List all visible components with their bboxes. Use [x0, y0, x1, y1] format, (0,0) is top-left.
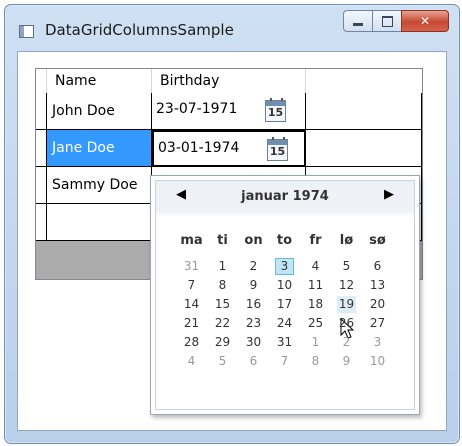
calendar-day[interactable]: 10 [362, 352, 393, 371]
close-button[interactable]: ✕ [401, 10, 449, 32]
table-row[interactable]: John Doe 23-07-1971 15 [36, 93, 422, 130]
calendar-day[interactable]: 31 [176, 257, 207, 276]
calendar-day[interactable]: 18 [300, 295, 331, 314]
calendar-day[interactable]: 16 [238, 295, 269, 314]
calendar-day[interactable]: 12 [331, 276, 362, 295]
calendar-day[interactable]: 23 [238, 314, 269, 333]
calendar-day[interactable]: 14 [176, 295, 207, 314]
calendar-day[interactable]: 9 [238, 276, 269, 295]
minimize-button[interactable] [343, 10, 372, 32]
calendar-day[interactable]: 28 [176, 333, 207, 352]
calendar-icon[interactable]: 15 [265, 98, 286, 122]
calendar-day[interactable]: 5 [331, 257, 362, 276]
month-header-button[interactable]: januar 1974 [156, 189, 414, 204]
calendar-day[interactable]: 1 [300, 333, 331, 352]
day-grid: 31 1 2 3 4 5 6 7 8 9 10 11 12 13 14 15 16 17 18 19 20 21 22 23 2… [176, 257, 393, 371]
calendar-day[interactable]: 8 [300, 352, 331, 371]
filler-cell [306, 130, 422, 167]
name-cell[interactable]: Jane Doe [47, 130, 152, 167]
weekday-label: sø [369, 233, 386, 248]
calendar-day[interactable]: 13 [362, 276, 393, 295]
calendar-day[interactable]: 22 [207, 314, 238, 333]
name-cell[interactable]: Sammy Doe [47, 167, 152, 204]
weekday-label: lø [339, 233, 354, 248]
weekday-label: to [276, 233, 293, 248]
calendar-day[interactable]: 20 [362, 295, 393, 314]
maximize-icon [381, 15, 393, 27]
calendar-day[interactable]: 17 [269, 295, 300, 314]
filler-cell [306, 93, 422, 130]
weekday-label: fr [309, 233, 322, 248]
weekday-label: ma [180, 233, 203, 248]
calendar-day[interactable]: 6 [238, 352, 269, 371]
weekday-header: ma ti on to fr lø sø [176, 233, 393, 248]
calendar-day[interactable]: 10 [269, 276, 300, 295]
date-input[interactable]: 03-01-1974 [158, 140, 239, 156]
calendar-day[interactable]: 31 [269, 333, 300, 352]
weekday-label: on [244, 233, 263, 248]
calendar-day[interactable]: 5 [207, 352, 238, 371]
calendar-day[interactable]: 4 [176, 352, 207, 371]
calendar-day[interactable]: 3 [362, 333, 393, 352]
next-month-button[interactable]: ▶ [384, 187, 394, 202]
table-row[interactable]: Jane Doe 03-01-1974 15 [36, 130, 422, 167]
column-header-name[interactable]: Name [47, 69, 152, 93]
calendar-day[interactable]: 6 [362, 257, 393, 276]
calendar-day[interactable]: 4 [300, 257, 331, 276]
birthday-cell[interactable]: 03-01-1974 15 [152, 130, 306, 167]
header-corner [36, 69, 47, 93]
calendar-day[interactable]: 29 [207, 333, 238, 352]
date-text[interactable]: 23-07-1971 [156, 101, 237, 117]
window-controls: ✕ [343, 10, 449, 32]
calendar-day[interactable]: 25 [300, 314, 331, 333]
app-icon [19, 25, 34, 38]
calendar-popup: ◀ januar 1974 ▶ ma ti on to fr lø sø 31 1 2 3 4 5 6 7… [150, 175, 420, 415]
close-icon: ✕ [419, 14, 431, 28]
calendar: ◀ januar 1974 ▶ ma ti on to fr lø sø 31 1 2 3 4 5 6 7… [155, 180, 415, 410]
calendar-day[interactable]: 2 [238, 257, 269, 276]
weekday-label: ti [217, 233, 228, 248]
calendar-day[interactable]: 27 [362, 314, 393, 333]
calendar-day[interactable]: 7 [269, 352, 300, 371]
calendar-day[interactable]: 3 [269, 257, 300, 276]
row-header[interactable] [36, 130, 47, 167]
calendar-day[interactable]: 1 [207, 257, 238, 276]
title-bar[interactable]: DataGridColumnsSample ✕ [5, 5, 459, 49]
calendar-day[interactable]: 7 [176, 276, 207, 295]
calendar-day[interactable]: 30 [238, 333, 269, 352]
calendar-day[interactable]: 2 [331, 333, 362, 352]
column-header-birthday[interactable]: Birthday [152, 69, 306, 93]
row-header[interactable] [36, 93, 47, 130]
calendar-day[interactable]: 21 [176, 314, 207, 333]
minimize-icon [353, 22, 363, 26]
grid-header: Name Birthday [36, 69, 422, 94]
calendar-icon[interactable]: 15 [267, 137, 288, 161]
row-header[interactable] [36, 167, 47, 204]
name-cell[interactable] [47, 204, 152, 241]
calendar-day[interactable]: 8 [207, 276, 238, 295]
calendar-day[interactable]: 9 [331, 352, 362, 371]
calendar-day[interactable]: 15 [207, 295, 238, 314]
name-cell[interactable]: John Doe [47, 93, 152, 130]
birthday-cell[interactable]: 23-07-1971 15 [152, 93, 306, 130]
calendar-day[interactable]: 11 [300, 276, 331, 295]
maximize-button[interactable] [372, 10, 401, 32]
calendar-day[interactable]: 24 [269, 314, 300, 333]
calendar-day[interactable]: 19 [331, 295, 362, 314]
row-header[interactable] [36, 204, 47, 241]
window-title: DataGridColumnsSample [45, 21, 234, 39]
